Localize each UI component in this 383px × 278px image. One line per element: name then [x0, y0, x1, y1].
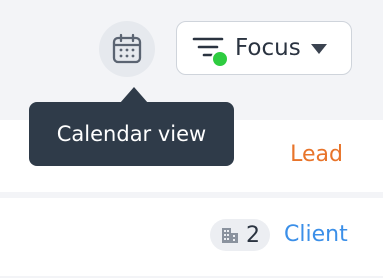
calendar-view-button[interactable] [99, 21, 155, 77]
focus-label: Focus [235, 35, 301, 61]
company-count-badge[interactable]: 2 [210, 219, 270, 251]
focus-filter-button[interactable]: Focus [176, 21, 352, 75]
status-tag-lead: Lead [290, 142, 343, 167]
company-count: 2 [246, 222, 260, 248]
tooltip-text: Calendar view [56, 122, 207, 146]
list-item[interactable]: 2 Client [0, 198, 383, 276]
status-tag-client: Client [284, 222, 348, 247]
building-icon [222, 228, 238, 243]
tooltip-arrow [120, 87, 148, 103]
active-status-dot [211, 50, 229, 68]
chevron-down-icon [310, 44, 327, 54]
calendar-view-tooltip: Calendar view [29, 102, 234, 166]
calendar-icon [112, 33, 142, 64]
filter-icon-wrapper [191, 30, 229, 68]
